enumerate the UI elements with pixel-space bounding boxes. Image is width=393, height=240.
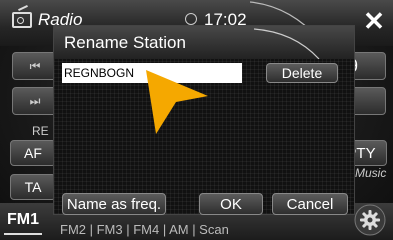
pointer-arrow-icon: [146, 70, 208, 134]
re-label: RE: [32, 124, 49, 138]
dialog-title: Rename Station: [64, 33, 186, 52]
radio-icon: [12, 12, 32, 28]
ok-button[interactable]: OK: [199, 193, 263, 215]
dialog-swoosh-decoration: [254, 28, 320, 59]
name-as-freq-button[interactable]: Name as freq.: [62, 193, 166, 215]
ta-button[interactable]: TA: [10, 174, 56, 200]
clock-icon: [185, 13, 197, 25]
seek-forward-button[interactable]: ⏭: [12, 87, 58, 115]
cancel-button[interactable]: Cancel: [272, 193, 348, 215]
gear-icon[interactable]: [352, 203, 388, 237]
tab-fm1[interactable]: FM1: [4, 207, 42, 235]
af-button[interactable]: AF: [10, 140, 56, 166]
delete-button[interactable]: Delete: [266, 63, 338, 83]
close-button[interactable]: ✕: [361, 8, 387, 34]
radio-screen: Radio 17:02 ✕ ⏮ ⏭ RE AF TA .9 PTY p Musi…: [0, 0, 393, 240]
seek-back-button[interactable]: ⏮: [12, 52, 58, 80]
band-tabs-partial[interactable]: FM2 | FM3 | FM4 | AM | Scan: [60, 222, 320, 240]
dialog-header: Rename Station: [54, 26, 354, 59]
